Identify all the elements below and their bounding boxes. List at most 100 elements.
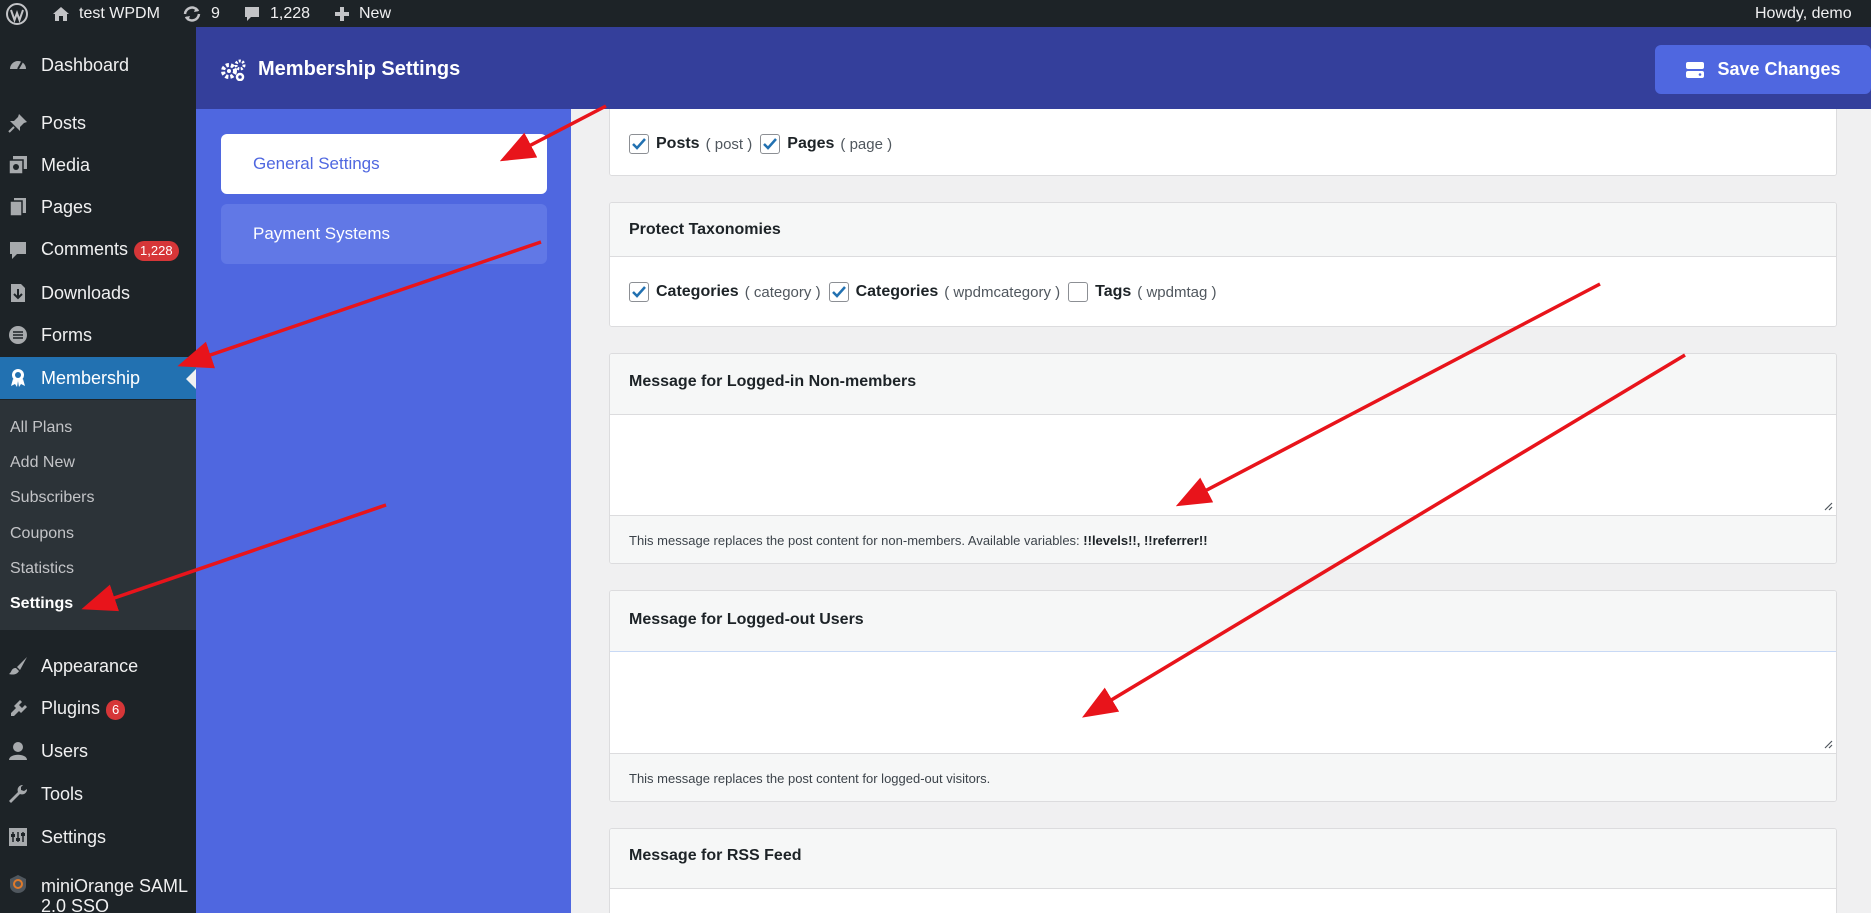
admin-sidebar: Dashboard Posts Media Pages Comments 1,22…	[0, 27, 196, 913]
pages-checkbox[interactable]	[760, 134, 781, 154]
sidebar-item-plugins[interactable]: Plugins 6	[0, 688, 196, 730]
sidebar-item-tools[interactable]: Tools	[0, 773, 196, 815]
nonmembers-message-textarea[interactable]	[610, 415, 1836, 515]
submenu-item-settings[interactable]: Settings	[10, 595, 73, 613]
sidebar-item-label: Users	[41, 740, 89, 761]
sidebar-item-miniorange-saml[interactable]: miniOrange SAML 2.0 SSO	[0, 872, 196, 913]
gears-icon	[221, 59, 246, 81]
download-icon	[11, 284, 25, 302]
sidebar-item-label: Media	[41, 154, 91, 175]
sidebar-item-label: Plugins	[41, 698, 101, 718]
submenu-item-add-new[interactable]: Add New	[10, 454, 75, 472]
comments-badge: 1,228	[134, 241, 179, 261]
post-type-pages-option[interactable]: Pages ( page )	[760, 134, 892, 154]
checkmark-icon	[831, 286, 846, 298]
protect-taxonomies-panel: Protect Taxonomies Categories ( category…	[609, 202, 1837, 327]
post-types-body: Posts ( post ) Pages ( page )	[610, 110, 1836, 175]
brush-icon	[9, 657, 27, 675]
checkmark-icon	[632, 286, 646, 298]
sidebar-item-label: Pages	[41, 196, 93, 217]
submenu-item-statistics[interactable]: Statistics	[10, 560, 74, 578]
sidebar-item-users[interactable]: Users	[0, 730, 196, 772]
help-variables: !!levels!!, !!referrer!!	[1083, 533, 1208, 548]
panel-heading: Message for RSS Feed	[610, 829, 1836, 889]
wrench-icon	[9, 784, 28, 803]
admin-bar: test WPDM 9 1,228 New Howdy, demo	[0, 0, 1871, 27]
submenu-item-coupons[interactable]: Coupons	[10, 525, 74, 543]
save-changes-button[interactable]: Save Changes	[1655, 45, 1871, 94]
sidebar-item-label: Posts	[41, 112, 87, 133]
checkbox-slug: ( post )	[705, 135, 753, 153]
sidebar-item-forms[interactable]: Forms	[0, 314, 196, 356]
wpdmtag-checkbox[interactable]	[1068, 282, 1089, 302]
tab-payment-systems[interactable]: Payment Systems	[221, 204, 547, 264]
howdy-text: Howdy, demo	[1755, 4, 1852, 22]
checkmark-icon	[632, 138, 646, 150]
new-label: New	[359, 4, 392, 22]
sidebar-item-posts[interactable]: Posts	[0, 102, 196, 144]
sidebar-item-label: Dashboard	[41, 54, 130, 75]
checkbox-label: Categories	[855, 283, 939, 300]
taxonomies-body: Categories ( category ) Categories ( wpd…	[610, 257, 1836, 326]
loggedout-message-panel: Message for Logged-out Users This messag…	[609, 590, 1837, 802]
rss-message-textarea[interactable]	[610, 889, 1836, 913]
sidebar-item-label: Downloads	[41, 282, 131, 303]
category-checkbox[interactable]	[629, 282, 649, 302]
sidebar-item-settings[interactable]: Settings	[0, 816, 196, 858]
loggedout-message-textarea[interactable]	[610, 651, 1836, 754]
resize-grip-icon[interactable]	[1823, 739, 1833, 749]
sidebar-item-dashboard[interactable]: Dashboard	[0, 44, 196, 86]
sidebar-item-appearance[interactable]: Appearance	[0, 645, 196, 687]
taxonomy-wpdmcategory-option[interactable]: Categories ( wpdmcategory )	[828, 282, 1061, 302]
comment-bubble-icon	[245, 6, 259, 21]
help-text: This message replaces the post content f…	[629, 533, 1084, 548]
comments-link[interactable]: 1,228	[243, 0, 310, 27]
sidebar-item-membership[interactable]: Membership	[0, 357, 196, 399]
checkbox-label: Pages	[787, 135, 835, 152]
award-icon	[11, 369, 25, 387]
sidebar-item-label: miniOrange SAML 2.0 SSO	[41, 876, 188, 913]
active-caret-icon	[186, 369, 196, 389]
panel-heading: Message for Logged-in Non-members	[610, 354, 1836, 415]
posts-checkbox[interactable]	[629, 134, 649, 154]
sidebar-item-media[interactable]: Media	[0, 144, 196, 186]
checkmark-icon	[763, 138, 778, 150]
sidebar-item-label: Appearance	[41, 655, 139, 676]
membership-submenu: All Plans Add New Subscribers Coupons St…	[0, 400, 196, 630]
updates-link[interactable]: 9	[182, 0, 220, 27]
checkbox-slug: ( wpdmcategory )	[944, 283, 1061, 301]
sidebar-item-downloads[interactable]: Downloads	[0, 272, 196, 314]
my-account-link[interactable]: Howdy, demo	[1755, 0, 1852, 27]
sidebar-item-label: Forms	[41, 324, 92, 345]
dashboard-icon	[10, 61, 26, 70]
sidebar-item-comments[interactable]: Comments 1,228	[0, 229, 196, 271]
tab-general-settings[interactable]: General Settings	[221, 134, 547, 194]
save-changes-label: Save Changes	[1717, 59, 1841, 79]
sidebar-item-pages[interactable]: Pages	[0, 186, 196, 228]
settings-nav-panel: General Settings Payment Systems	[196, 109, 571, 913]
wordpress-logo-icon[interactable]	[6, 0, 28, 27]
checkbox-slug: ( category )	[744, 283, 821, 301]
tab-label: General Settings	[253, 154, 380, 173]
wpdmcategory-checkbox[interactable]	[828, 282, 849, 302]
checkbox-slug: ( page )	[840, 135, 893, 153]
forms-icon	[9, 326, 27, 344]
pages-icon	[9, 198, 26, 217]
comments-count: 1,228	[270, 4, 311, 22]
submenu-item-all-plans[interactable]: All Plans	[10, 419, 72, 437]
resize-grip-icon[interactable]	[1823, 501, 1833, 511]
loggedout-help-text: This message replaces the post content f…	[610, 753, 1836, 801]
taxonomy-category-option[interactable]: Categories ( category )	[629, 282, 821, 302]
page-title: Membership Settings	[258, 58, 461, 80]
post-type-posts-option[interactable]: Posts ( post )	[629, 134, 752, 154]
site-name-link[interactable]: test WPDM	[52, 0, 160, 27]
sidebar-item-label: Settings	[41, 826, 107, 847]
updates-icon	[183, 5, 201, 22]
plugin-icon	[11, 700, 27, 716]
new-content-link[interactable]: New	[334, 0, 391, 27]
site-name: test WPDM	[79, 4, 160, 22]
submenu-item-subscribers[interactable]: Subscribers	[10, 489, 94, 507]
checkbox-label: Tags	[1095, 283, 1132, 300]
taxonomy-wpdmtag-option[interactable]: Tags ( wpdmtag )	[1068, 282, 1217, 302]
plus-icon	[335, 6, 349, 21]
